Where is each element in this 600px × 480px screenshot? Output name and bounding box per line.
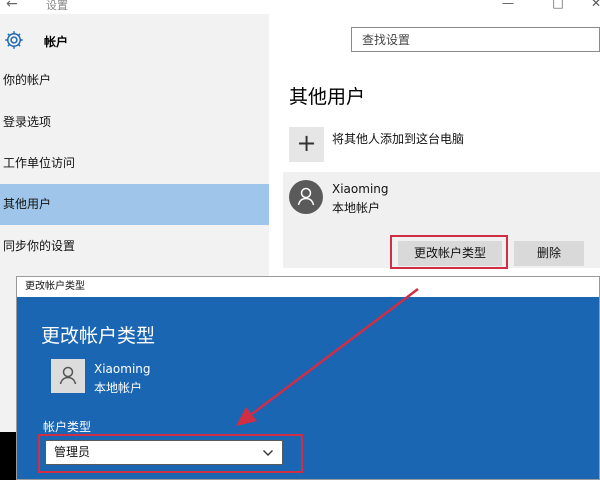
gear-icon bbox=[5, 31, 23, 49]
change-account-type-button[interactable]: 更改帐户类型 bbox=[398, 241, 502, 266]
dialog-avatar bbox=[51, 359, 85, 393]
search-input[interactable] bbox=[352, 28, 599, 51]
window-title: 设置 bbox=[46, 0, 68, 12]
add-user-button[interactable]: + bbox=[289, 127, 324, 162]
sidebar-item-sync-settings[interactable]: 同步你的设置 bbox=[0, 226, 269, 267]
avatar bbox=[289, 180, 323, 214]
taskbar-edge bbox=[0, 432, 16, 480]
sidebar-item-other-users[interactable]: 其他用户 bbox=[0, 184, 269, 225]
user-icon bbox=[59, 366, 77, 385]
dialog-title-bar: 更改帐户类型 bbox=[17, 277, 599, 297]
title-bar: ← 设置 — □ ✕ bbox=[0, 0, 600, 14]
dialog-heading: 更改帐户类型 bbox=[41, 325, 156, 347]
sidebar-item-your-account[interactable]: 你的帐户 bbox=[0, 60, 269, 101]
sidebar-item-work-access[interactable]: 工作单位访问 bbox=[0, 143, 269, 184]
section-title: 帐户 bbox=[44, 35, 69, 49]
change-account-type-dialog: 更改帐户类型 更改帐户类型 Xiaoming 本地帐户 帐户类型 管理员 bbox=[16, 276, 600, 480]
account-type-label: 帐户类型 bbox=[43, 420, 92, 434]
user-icon bbox=[297, 187, 315, 206]
chevron-down-icon bbox=[263, 450, 273, 456]
account-type-dropdown[interactable]: 管理员 bbox=[45, 440, 283, 465]
maximize-icon[interactable]: □ bbox=[548, 0, 568, 10]
add-user-link[interactable]: 将其他人添加到这台电脑 bbox=[332, 130, 464, 147]
dialog-account-type: 本地帐户 bbox=[94, 381, 143, 395]
delete-button[interactable]: 删除 bbox=[514, 241, 584, 266]
account-type-selected-value: 管理员 bbox=[54, 445, 91, 459]
back-arrow-icon[interactable]: ← bbox=[6, 0, 18, 12]
account-type: 本地帐户 bbox=[332, 201, 381, 215]
sidebar-item-sign-in-options[interactable]: 登录选项 bbox=[0, 102, 269, 143]
minimize-icon[interactable]: — bbox=[498, 0, 518, 10]
search-box[interactable] bbox=[351, 27, 600, 52]
close-icon[interactable]: ✕ bbox=[586, 0, 600, 10]
dialog-account-name: Xiaoming bbox=[94, 362, 151, 376]
page-title: 其他用户 bbox=[289, 86, 366, 108]
account-name: Xiaoming bbox=[332, 182, 389, 196]
